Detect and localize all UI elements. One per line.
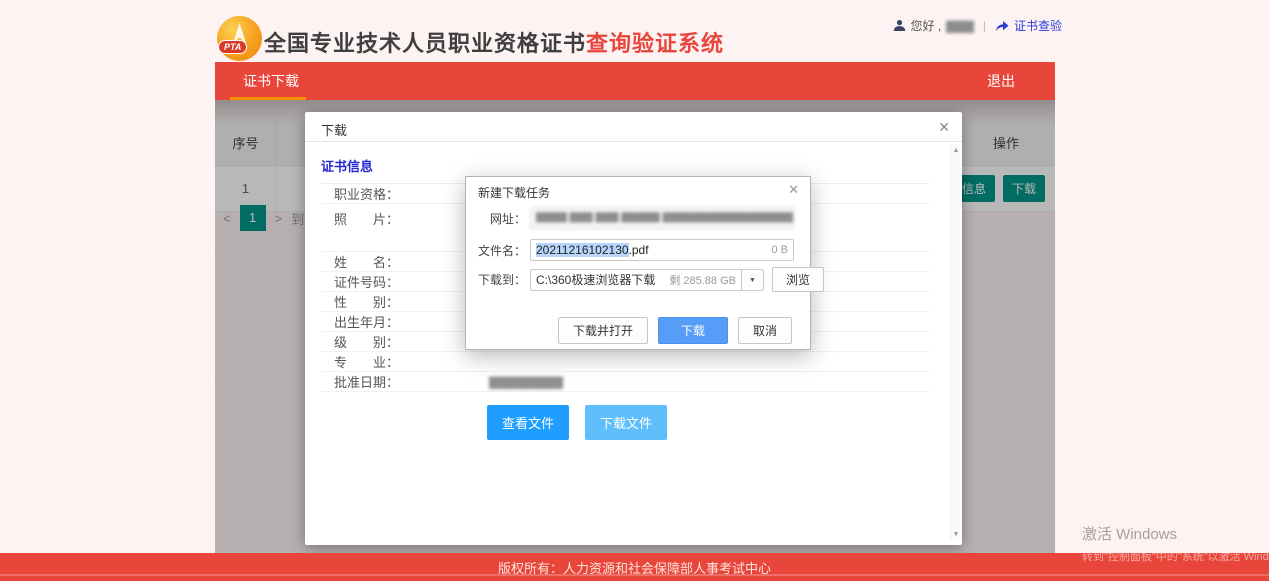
url-input[interactable]: ▇▇▇▇ ▇▇▇ ▇▇▇ ▇▇▇▇▇ ▇▇▇▇▇▇▇▇▇▇▇▇▇▇▇▇▇▇▇▇▇… bbox=[530, 207, 794, 229]
field-label: 级 别： bbox=[321, 332, 489, 351]
field-label: 专 业： bbox=[321, 352, 489, 371]
share-arrow-icon[interactable] bbox=[995, 20, 1009, 32]
download-and-open-button[interactable]: 下载并打开 bbox=[558, 317, 648, 344]
page-title-accent: 查询验证系统 bbox=[586, 31, 724, 56]
filename-selected-text: 20211216102130 bbox=[536, 243, 629, 257]
url-row: 网址： ▇▇▇▇ ▇▇▇ ▇▇▇ ▇▇▇▇▇ ▇▇▇▇▇▇▇▇▇▇▇▇▇▇▇▇▇… bbox=[466, 207, 810, 229]
username-redacted: ▇▇▇ bbox=[946, 19, 974, 33]
cert-verify-link[interactable]: 证书查验 bbox=[1014, 17, 1062, 34]
browse-button[interactable]: 浏览 bbox=[772, 267, 824, 292]
tab-cert-download[interactable]: 证书下载 bbox=[243, 62, 299, 100]
page-title-main: 全国专业技术人员职业资格证书 bbox=[264, 31, 586, 56]
greeting-text: 您好 , bbox=[911, 17, 942, 34]
field-label: 职业资格： bbox=[321, 184, 489, 203]
field-value-redacted: ▇▇▇▇▇▇▇▇ bbox=[489, 375, 929, 389]
save-path-text: C:\360极速浏览器下载 bbox=[536, 271, 655, 288]
watermark-line1: 激活 Windows bbox=[1082, 523, 1269, 544]
filename-label: 文件名： bbox=[474, 242, 526, 259]
modal-header: 下载 ✕ bbox=[305, 112, 962, 142]
topbar: 您好 , ▇▇▇ | 证书查验 bbox=[893, 17, 1063, 34]
footer-divider bbox=[0, 574, 1269, 576]
save-path-combobox[interactable]: C:\360极速浏览器下载 剩 285.88 GB bbox=[530, 269, 742, 291]
user-icon bbox=[893, 19, 906, 32]
scroll-down-icon[interactable]: ▼ bbox=[951, 531, 961, 538]
field-label: 性 别： bbox=[321, 292, 489, 311]
field-label: 照 片： bbox=[321, 209, 489, 228]
field-label: 批准日期： bbox=[321, 372, 489, 391]
save-to-row: 下载到： C:\360极速浏览器下载 剩 285.88 GB ▼ 浏览 bbox=[466, 267, 810, 292]
field-label: 出生年月： bbox=[321, 312, 489, 331]
pta-logo-label: PTA bbox=[218, 40, 247, 54]
field-row-approval-date: 批准日期： ▇▇▇▇▇▇▇▇ bbox=[321, 372, 929, 392]
page: PTA 全国专业技术人员职业资格证书查询验证系统 您好 , ▇▇▇ | 证书查验… bbox=[0, 0, 1269, 581]
free-space-label: 剩 285.88 GB bbox=[669, 272, 736, 288]
logout-button[interactable]: 退出 bbox=[987, 62, 1015, 100]
pta-logo-icon: PTA bbox=[217, 16, 262, 61]
nav-bar: 证书下载 退出 bbox=[215, 62, 1055, 100]
view-file-button[interactable]: 查看文件 bbox=[487, 405, 569, 440]
new-download-task-dialog: 新建下载任务 ✕ 网址： ▇▇▇▇ ▇▇▇ ▇▇▇ ▇▇▇▇▇ ▇▇▇▇▇▇▇▇… bbox=[465, 176, 811, 350]
dialog-download-button[interactable]: 下载 bbox=[658, 317, 728, 344]
filename-input[interactable]: 20211216102130.pdf 0 B bbox=[530, 239, 794, 261]
page-title: 全国专业技术人员职业资格证书查询验证系统 bbox=[264, 26, 724, 58]
filename-extension: .pdf bbox=[629, 243, 649, 257]
dialog-close-icon[interactable]: ✕ bbox=[788, 182, 799, 198]
modal-title: 下载 bbox=[321, 120, 347, 139]
filename-row: 文件名： 20211216102130.pdf 0 B bbox=[466, 239, 810, 261]
dialog-buttons: 下载并打开 下载 取消 bbox=[558, 317, 792, 344]
save-to-label: 下载到： bbox=[474, 271, 526, 288]
scroll-up-icon[interactable]: ▲ bbox=[951, 147, 961, 154]
file-size-label: 0 B bbox=[771, 244, 788, 256]
topbar-divider: | bbox=[983, 19, 986, 33]
dialog-title: 新建下载任务 bbox=[478, 184, 550, 201]
footer: 版权所有：人力资源和社会保障部人事考试中心 bbox=[0, 553, 1269, 581]
field-label: 证件号码： bbox=[321, 272, 489, 291]
modal-buttons: 查看文件 下载文件 bbox=[487, 405, 929, 440]
download-file-button[interactable]: 下载文件 bbox=[585, 405, 667, 440]
dialog-cancel-button[interactable]: 取消 bbox=[738, 317, 792, 344]
modal-scrollbar[interactable]: ▲ ▼ bbox=[950, 145, 960, 540]
field-row-major: 专 业： bbox=[321, 352, 929, 372]
modal-close-icon[interactable]: ✕ bbox=[938, 119, 950, 136]
path-dropdown-icon[interactable]: ▼ bbox=[742, 269, 764, 291]
field-label: 姓 名： bbox=[321, 252, 489, 271]
url-label: 网址： bbox=[474, 210, 526, 227]
